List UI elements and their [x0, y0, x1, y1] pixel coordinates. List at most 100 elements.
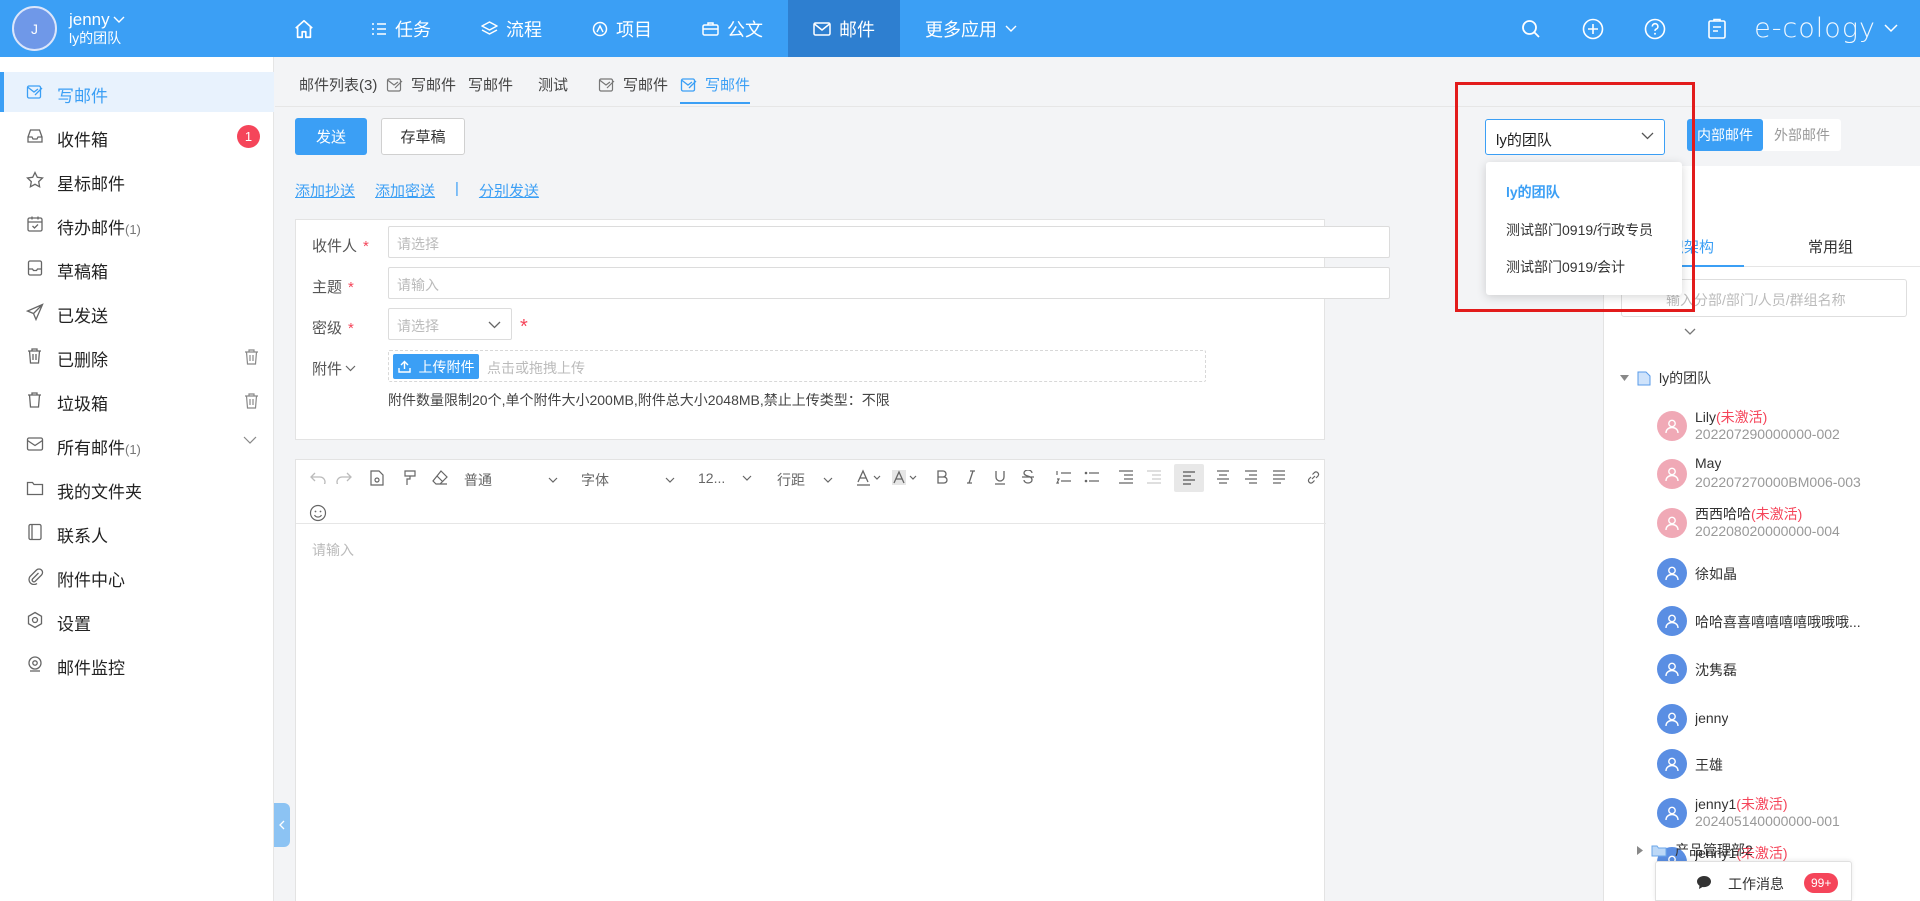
tree-root-team[interactable]: ly的团队	[1620, 368, 1711, 388]
emoji-button[interactable]	[309, 504, 327, 522]
member-item[interactable]: jenny1(未激活) 202405140000000-001	[1657, 790, 1917, 832]
chevron-down-icon[interactable]	[1684, 328, 1696, 336]
editor-body[interactable]: 请输入	[312, 540, 354, 560]
sidebar-item-13[interactable]: 邮件监控	[0, 644, 274, 684]
sidebar-item-1[interactable]: 收件箱 1	[0, 116, 274, 156]
chevron-down-icon	[823, 477, 833, 483]
paragraph-format-select[interactable]: 普通	[464, 470, 558, 490]
upload-drop-zone[interactable]: 上传附件 点击或拖拽上传	[388, 350, 1206, 382]
tree-folder-product[interactable]: 产品管理部2	[1637, 840, 1753, 860]
user-avatar-icon	[1657, 798, 1687, 828]
sidebar-item-6[interactable]: 已删除	[0, 336, 274, 376]
notes-button[interactable]	[1686, 0, 1748, 57]
sidebar-item-3[interactable]: 待办邮件(1)	[0, 204, 274, 244]
tab-common-groups[interactable]: 常用组	[1808, 236, 1853, 257]
sidebar-item-7[interactable]: 垃圾箱	[0, 380, 274, 420]
member-item[interactable]: 王雄	[1657, 741, 1917, 783]
member-item[interactable]: May 202207270000BM006-003	[1657, 451, 1917, 493]
italic-button[interactable]	[966, 470, 976, 484]
nav-tasks[interactable]: 任务	[346, 0, 456, 57]
chevron-down-icon[interactable]	[1884, 24, 1898, 33]
tab-2[interactable]: 写邮件	[468, 74, 513, 95]
recipient-field[interactable]: 请选择	[388, 226, 1390, 258]
document-icon	[370, 470, 384, 486]
template-button[interactable]	[370, 470, 384, 486]
align-left-button[interactable]	[1174, 464, 1204, 492]
nav-projects[interactable]: 项目	[567, 0, 677, 57]
search-button[interactable]	[1500, 0, 1562, 57]
separate-send-link[interactable]: 分别发送	[479, 180, 539, 201]
help-button[interactable]	[1624, 0, 1686, 57]
nav-more-apps[interactable]: 更多应用	[900, 0, 1042, 57]
redo-button[interactable]	[336, 472, 352, 484]
add-bcc-link[interactable]: 添加密送	[375, 180, 435, 201]
user-menu[interactable]: J jenny ly的团队	[12, 6, 125, 51]
align-center-button[interactable]	[1216, 470, 1230, 484]
member-id: 202207270000BM006-003	[1695, 474, 1861, 490]
sidebar-item-label: 设置	[57, 615, 91, 634]
align-justify-button[interactable]	[1272, 470, 1286, 484]
member-item[interactable]: 沈隽磊	[1657, 646, 1917, 688]
sidebar-item-12[interactable]: 设置	[0, 600, 274, 640]
font-family-select[interactable]: 字体	[581, 470, 675, 490]
compose-options: 添加抄送 添加密送 | 分别发送	[295, 180, 559, 201]
bold-button[interactable]	[936, 470, 948, 484]
subject-field[interactable]: 请输入	[388, 267, 1390, 299]
tab-1[interactable]: 写邮件	[386, 74, 456, 95]
indent-decrease-button[interactable]	[1118, 470, 1133, 484]
tab-3[interactable]: 测试	[538, 74, 568, 95]
trash-icon[interactable]	[243, 348, 260, 366]
sidebar-item-5[interactable]: 已发送	[0, 292, 274, 332]
format-painter-button[interactable]	[404, 470, 418, 486]
chevron-down-icon[interactable]	[243, 436, 257, 445]
sidebar-item-9[interactable]: 我的文件夹	[0, 468, 274, 508]
send-button[interactable]: 发送	[295, 118, 367, 155]
clear-format-button[interactable]	[432, 470, 448, 485]
background-color-button[interactable]	[892, 469, 920, 487]
member-item[interactable]: 徐如晶	[1657, 550, 1917, 592]
bullet-list-button[interactable]	[1084, 470, 1099, 484]
underline-button[interactable]	[994, 470, 1006, 485]
tab-0[interactable]: 邮件列表(3)	[299, 74, 377, 95]
sidebar-item-8[interactable]: 所有邮件(1)	[0, 424, 274, 464]
sidebar: 写邮件 收件箱 1 星标邮件 待办邮件(1) 草稿箱 已发送 已删除 垃圾箱 所有邮件(1) 我的文…	[0, 57, 274, 901]
sidebar-item-4[interactable]: 草稿箱	[0, 248, 274, 288]
upload-attachment-button[interactable]: 上传附件	[393, 354, 479, 379]
font-color-button[interactable]	[856, 469, 884, 487]
indent-increase-button[interactable]	[1146, 470, 1161, 484]
tab-4[interactable]: 写邮件	[598, 74, 668, 95]
external-mail-option[interactable]: 外部邮件	[1763, 119, 1841, 151]
secret-level-select[interactable]: 请选择	[388, 308, 512, 340]
add-cc-link[interactable]: 添加抄送	[295, 180, 355, 201]
ordered-list-button[interactable]	[1056, 470, 1071, 484]
line-height-select[interactable]: 行距	[777, 470, 833, 490]
sidebar-item-11[interactable]: 附件中心	[0, 556, 274, 596]
undo-button[interactable]	[310, 472, 326, 484]
link-button[interactable]	[1306, 470, 1321, 485]
nav-workflow[interactable]: 流程	[456, 0, 567, 57]
save-draft-button[interactable]: 存草稿	[381, 118, 465, 155]
nav-mail[interactable]: 邮件	[788, 0, 900, 57]
add-button[interactable]	[1562, 0, 1624, 57]
nav-documents[interactable]: 公文	[677, 0, 788, 57]
user-name[interactable]: jenny	[69, 10, 110, 29]
sidebar-item-2[interactable]: 星标邮件	[0, 160, 274, 200]
member-item[interactable]: 哈哈喜喜嘻嘻嘻嘻哦哦哦...	[1657, 598, 1917, 640]
member-item[interactable]: 西西哈哈(未激活) 202208020000000-004	[1657, 500, 1917, 542]
work-messages-bar[interactable]: 工作消息 99+	[1655, 861, 1852, 901]
internal-mail-option[interactable]: 内部邮件	[1687, 119, 1763, 151]
strikethrough-button[interactable]	[1022, 470, 1034, 484]
user-avatar[interactable]: J	[12, 6, 57, 51]
attachment-label[interactable]: 附件	[312, 358, 356, 379]
trash-icon[interactable]	[243, 392, 260, 410]
main-nav: 任务 流程 项目 公文 邮件 更多应用	[270, 0, 1042, 57]
sidebar-item-10[interactable]: 联系人	[0, 512, 274, 552]
member-item[interactable]: Lily(未激活) 202207290000000-002	[1657, 403, 1917, 445]
nav-home[interactable]	[270, 0, 346, 57]
sidebar-item-0[interactable]: 写邮件	[0, 72, 274, 112]
tab-5[interactable]: 写邮件	[680, 74, 751, 104]
font-size-select[interactable]: 12...	[698, 470, 752, 486]
align-right-button[interactable]	[1244, 470, 1258, 484]
chevron-down-icon[interactable]	[113, 16, 125, 24]
member-item[interactable]: jenny	[1657, 696, 1917, 738]
